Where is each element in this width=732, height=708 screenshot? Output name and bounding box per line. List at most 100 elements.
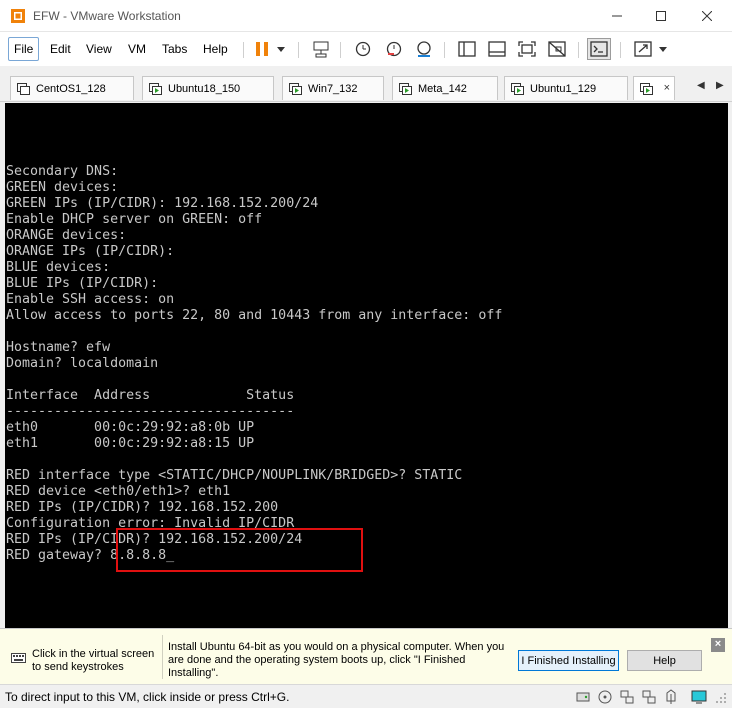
status-bar: To direct input to this VM, click inside… <box>0 686 732 708</box>
toolbar-separator <box>578 42 579 58</box>
revert-snapshot-button[interactable] <box>382 38 406 60</box>
stretch-dropdown-button[interactable] <box>655 38 671 60</box>
vm-console-screen[interactable]: Secondary DNS: GREEN devices: GREEN IPs (I… <box>5 103 728 628</box>
menu-tabs[interactable]: Tabs <box>157 37 192 61</box>
snapshot-clock-icon <box>355 41 371 57</box>
tab-win7-132[interactable]: Win7_132 <box>282 76 384 100</box>
snapshot-manager-icon <box>417 41 431 57</box>
i-finished-installing-button[interactable]: I Finished Installing <box>518 650 619 671</box>
menu-help[interactable]: Help <box>198 37 233 61</box>
close-hint-button[interactable]: × <box>711 638 725 652</box>
console-line: Allow access to ports 22, 80 and 10443 f… <box>6 308 503 323</box>
tab-label: Win7_132 <box>308 82 358 95</box>
window-title: EFW - VMware Workstation <box>33 9 181 23</box>
sidebar-layout-icon <box>458 41 476 57</box>
resize-grip-icon[interactable] <box>712 689 728 705</box>
tab-ubuntu1-129[interactable]: Ubuntu1_129 <box>504 76 628 100</box>
close-icon <box>702 11 712 21</box>
toolbar-separator <box>298 42 299 58</box>
revert-clock-icon <box>386 41 402 57</box>
vm-running-icon <box>640 82 653 95</box>
vmware-logo-icon <box>11 9 25 23</box>
console-line: Enable DHCP server on GREEN: off <box>6 212 263 227</box>
hard-disk-icon[interactable] <box>575 689 591 705</box>
title-bar: EFW - VMware Workstation <box>0 0 732 32</box>
stretch-guest-button[interactable] <box>631 38 655 60</box>
status-message: To direct input to this VM, click inside… <box>5 690 290 704</box>
tab-label: Meta_142 <box>418 82 467 95</box>
menu-bar: File Edit View VM Tabs Help <box>0 32 732 66</box>
snapshot-button[interactable] <box>351 38 375 60</box>
console-line: Enable SSH access: on <box>6 292 175 307</box>
menu-file[interactable]: File <box>8 37 40 61</box>
usb-device-icon[interactable] <box>663 689 679 705</box>
toolbar-separator <box>340 42 341 58</box>
close-window-button[interactable] <box>684 0 730 32</box>
vm-running-icon <box>511 82 524 95</box>
console-line: Domain? localdomain <box>6 356 159 371</box>
tab-label: CentOS1_128 <box>36 82 106 95</box>
menu-vm[interactable]: VM <box>123 37 151 61</box>
terminal-icon <box>590 41 608 57</box>
send-ctrl-alt-del-button[interactable] <box>309 38 333 60</box>
chevron-down-icon <box>277 46 285 52</box>
menu-edit[interactable]: Edit <box>45 37 76 61</box>
tab-label: Ubuntu1_129 <box>530 82 597 95</box>
unity-button[interactable] <box>545 38 569 60</box>
stretch-icon <box>634 41 652 57</box>
tab-scroll-left-icon[interactable]: ◀ <box>697 80 705 91</box>
tab-ubuntu18-150[interactable]: Ubuntu18_150 <box>142 76 274 100</box>
tab-scroll-right-icon[interactable]: ▶ <box>716 80 724 91</box>
chevron-down-icon <box>659 46 667 52</box>
tab-centos1-128[interactable]: CentOS1_128 <box>10 76 134 100</box>
cd-drive-icon[interactable] <box>597 689 613 705</box>
vm-running-icon <box>149 82 162 95</box>
vm-icon <box>17 82 30 95</box>
tab-label: Ubuntu18_150 <box>168 82 241 95</box>
console-line: GREEN IPs (IP/CIDR): 192.168.152.200/24 <box>6 196 319 211</box>
pause-icon <box>256 42 268 56</box>
hint-divider <box>162 635 163 679</box>
console-line: Hostname? efw <box>6 340 111 355</box>
bottom-panel-layout-icon <box>488 41 506 57</box>
full-screen-button[interactable] <box>515 38 539 60</box>
console-line: Secondary DNS: <box>6 164 119 179</box>
keyboard-icon <box>11 653 26 663</box>
vm-running-icon <box>399 82 412 95</box>
console-line: ORANGE IPs (IP/CIDR): <box>6 244 175 259</box>
console-output: Secondary DNS: GREEN devices: GREEN IPs (I… <box>6 164 502 564</box>
network-adapter-icon[interactable] <box>619 689 635 705</box>
vm-tab-bar: CentOS1_128 Ubuntu18_150 Win7_132 Meta_1… <box>0 66 732 102</box>
pause-button[interactable] <box>250 38 274 60</box>
menu-view[interactable]: View <box>81 37 117 61</box>
display-icon[interactable] <box>691 689 707 705</box>
console-line: BLUE devices: <box>6 260 111 275</box>
toolbar-separator <box>620 42 621 58</box>
minimize-button[interactable] <box>594 0 640 32</box>
console-line: ------------------------------------ <box>6 404 295 419</box>
install-instructions-text: Install Ubuntu 64-bit as you would on a … <box>168 641 505 679</box>
tab-efw-active[interactable]: × <box>633 76 675 100</box>
install-hint-bar: Click in the virtual screen to send keys… <box>0 628 732 685</box>
tab-close-button[interactable]: × <box>664 82 670 94</box>
toolbar-separator <box>243 42 244 58</box>
help-button[interactable]: Help <box>627 650 702 671</box>
console-line: Interface Address Status <box>6 388 295 403</box>
click-to-send-keystrokes-text: Click in the virtual screen to send keys… <box>32 648 155 673</box>
console-line: ORANGE devices: <box>6 228 127 243</box>
maximize-button[interactable] <box>638 0 684 32</box>
fullscreen-icon <box>518 41 536 57</box>
toolbar-separator <box>444 42 445 58</box>
show-thumbnail-bar-button[interactable] <box>485 38 509 60</box>
console-line: RED IPs (IP/CIDR)? 192.168.152.200 <box>6 500 279 515</box>
console-line: RED device <eth0/eth1>? eth1 <box>6 484 231 499</box>
tab-meta-142[interactable]: Meta_142 <box>392 76 498 100</box>
console-view-button[interactable] <box>587 38 611 60</box>
show-library-button[interactable] <box>455 38 479 60</box>
power-dropdown-button[interactable] <box>272 38 290 60</box>
console-line: GREEN devices: <box>6 180 119 195</box>
network-adapter-2-icon[interactable] <box>641 689 657 705</box>
snapshot-manager-button[interactable] <box>412 38 436 60</box>
